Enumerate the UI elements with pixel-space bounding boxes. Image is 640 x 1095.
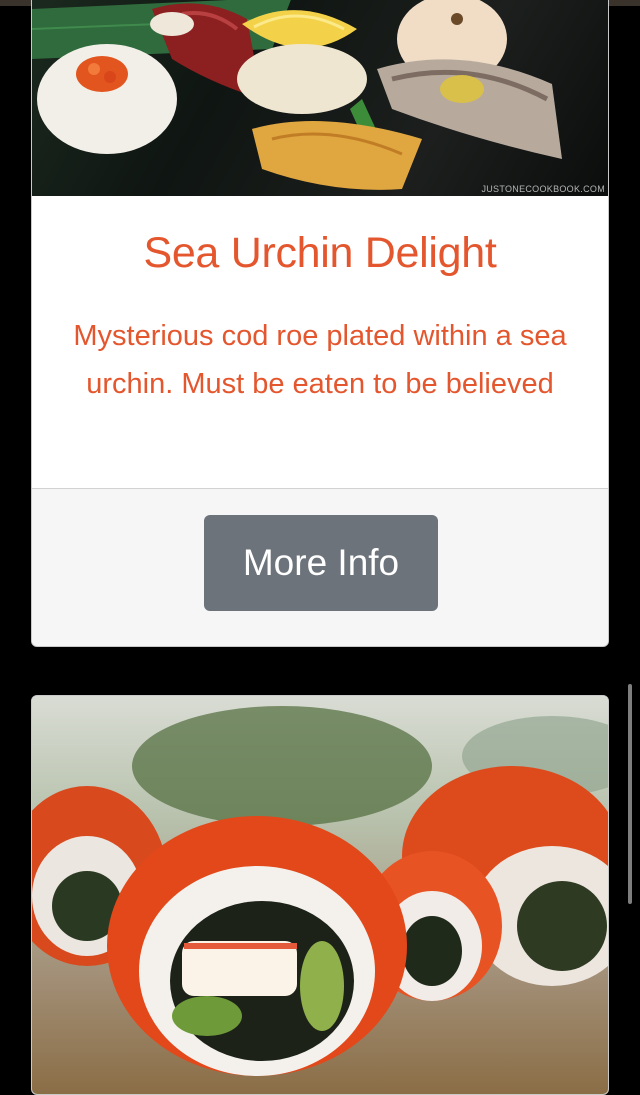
menu-card-2 [31,695,609,1095]
card-image-california-roll [32,696,608,1094]
card-image-nigiri: JUSTONECOOKBOOK.COM [32,0,608,196]
card-title: Sea Urchin Delight [143,229,497,277]
menu-card: JUSTONECOOKBOOK.COM Sea Urchin Delight M… [31,0,609,647]
image-watermark: JUSTONECOOKBOOK.COM [481,184,605,194]
card-footer: More Info [32,488,608,646]
more-info-button[interactable]: More Info [204,515,438,611]
card-description: Mysterious cod roe plated within a sea u… [73,320,567,400]
scrollbar[interactable] [628,684,632,904]
card-body: Sea Urchin Delight Mysterious cod roe pl… [32,196,608,488]
